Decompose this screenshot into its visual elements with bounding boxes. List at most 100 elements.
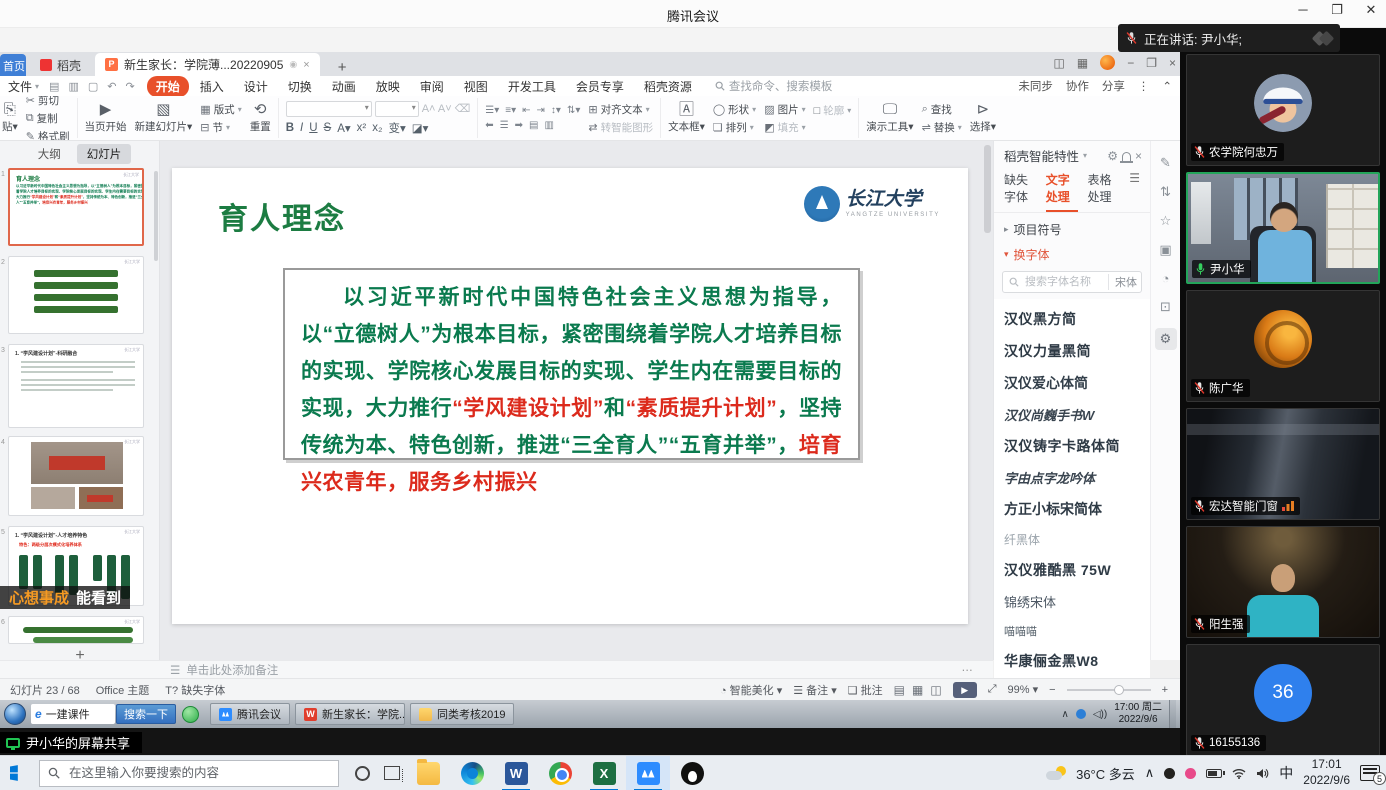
superscript-button[interactable]: x² bbox=[357, 122, 367, 134]
zoom-slider[interactable] bbox=[1067, 689, 1151, 691]
font-search-box[interactable]: 宋体 bbox=[1002, 271, 1142, 293]
restore-icon[interactable]: ❐ bbox=[1328, 2, 1346, 18]
docer-tab-2[interactable]: 表格处理 bbox=[1088, 171, 1120, 212]
taskbar-excel[interactable]: X bbox=[582, 756, 626, 790]
browser-360-icon[interactable] bbox=[182, 706, 199, 723]
sync-status[interactable]: 未同步 bbox=[1018, 78, 1053, 94]
clock[interactable]: 17:01 2022/9/6 bbox=[1303, 757, 1350, 788]
adjust-tool-icon[interactable]: ⇅ bbox=[1160, 184, 1171, 200]
font-item[interactable]: 方正小标宋简体 bbox=[994, 493, 1150, 525]
slide-thumbnail-2[interactable]: 长江大学 bbox=[8, 256, 144, 334]
cortana-icon[interactable] bbox=[355, 766, 370, 781]
favorites-icon[interactable]: ☆ bbox=[1160, 213, 1172, 229]
slide-thumbnail-6[interactable]: 长江大学 bbox=[8, 616, 144, 644]
wps-close-icon[interactable]: × bbox=[1169, 56, 1176, 70]
font-item[interactable]: 汉仪黑方简 bbox=[994, 303, 1150, 335]
remote-search-button[interactable]: 搜索一下 bbox=[116, 704, 176, 724]
outdent-icon[interactable]: ⇤ bbox=[522, 105, 530, 116]
paste-button[interactable]: ⎘贴▾ bbox=[2, 102, 18, 134]
taskbar-file-explorer[interactable] bbox=[406, 756, 450, 790]
share-button[interactable]: 分享 bbox=[1102, 78, 1125, 94]
ribbon-tab-2[interactable]: 设计 bbox=[235, 76, 277, 97]
font-item[interactable]: 锦绣宋体 bbox=[994, 586, 1150, 617]
slideshow-play-button[interactable]: ▶ bbox=[953, 682, 977, 698]
remote-taskbar-button-1[interactable]: W新生家长：学院... bbox=[295, 703, 405, 725]
fit-slide-icon[interactable]: ⤢ bbox=[988, 683, 997, 696]
align-right-icon[interactable]: ➡ bbox=[515, 120, 523, 131]
close-icon[interactable]: ✕ bbox=[1362, 2, 1380, 18]
fill-button[interactable]: ◩填充▾ bbox=[764, 120, 805, 135]
font-item[interactable]: 喵喵喵 bbox=[994, 617, 1150, 645]
notes-toggle[interactable]: ☰ 备注 ▾ bbox=[793, 682, 837, 698]
reset-button[interactable]: ⟲重置 bbox=[250, 102, 271, 134]
ribbon-tab-9[interactable]: 会员专享 bbox=[567, 76, 633, 97]
thumbnail-scrollbar[interactable] bbox=[154, 171, 158, 261]
docer-tab-menu-icon[interactable]: ☰ bbox=[1129, 171, 1140, 212]
taskbar-meeting[interactable] bbox=[626, 756, 670, 790]
file-menu[interactable]: 文件▾ bbox=[8, 78, 39, 95]
strike-button[interactable]: S bbox=[324, 122, 332, 134]
ribbon-tab-10[interactable]: 稻壳资源 bbox=[635, 76, 701, 97]
redo-icon[interactable]: ↷ bbox=[125, 80, 134, 93]
collab-button[interactable]: 协作 bbox=[1066, 78, 1089, 94]
slides-tab[interactable]: 幻灯片 bbox=[77, 144, 132, 164]
underline-button[interactable]: U bbox=[309, 122, 317, 134]
taskbar-word[interactable]: W bbox=[494, 756, 538, 790]
account-avatar[interactable] bbox=[1100, 55, 1115, 70]
font-item[interactable]: 汉仪尚巍手书W bbox=[994, 399, 1150, 430]
panel-close-icon[interactable]: × bbox=[1135, 149, 1142, 163]
undo-icon[interactable]: ↶ bbox=[107, 80, 116, 93]
font-color-button[interactable]: A▾ bbox=[337, 121, 350, 135]
text-effect-button[interactable]: 变▾ bbox=[388, 120, 405, 136]
participant-tile[interactable]: 陈广华 bbox=[1186, 290, 1380, 402]
slide-text-box[interactable]: 以习近平新时代中国特色社会主义思想为指导，以“立德树人”为根本目标，紧密围绕着学… bbox=[283, 268, 860, 460]
font-item[interactable]: 汉仪铸字卡路体简 bbox=[994, 430, 1150, 462]
font-item[interactable]: 华康俪金黑W8 bbox=[994, 645, 1150, 677]
notification-icon[interactable]: 5 bbox=[1360, 765, 1380, 781]
preview-icon[interactable]: ▢ bbox=[88, 80, 98, 93]
wps-minimize-icon[interactable]: − bbox=[1127, 56, 1134, 70]
line-spacing-icon[interactable]: ↕▾ bbox=[551, 105, 561, 116]
battery-icon[interactable] bbox=[1206, 769, 1222, 778]
ribbon-tab-0[interactable]: 开始 bbox=[147, 76, 189, 97]
weather-text[interactable]: 36°C 多云 bbox=[1076, 764, 1135, 783]
layout-button[interactable]: ▦版式▾ bbox=[200, 102, 241, 117]
tray-expand-icon[interactable]: ∧ bbox=[1062, 709, 1069, 720]
font-item[interactable]: 字由点字龙吟体 bbox=[994, 462, 1150, 493]
volume-icon[interactable] bbox=[1256, 768, 1269, 779]
slide-thumbnail-3[interactable]: 长江大学 1. “学风建设计划”-科研融合 bbox=[8, 344, 144, 428]
reading-view-icon[interactable]: ◫ bbox=[930, 683, 941, 697]
wifi-icon[interactable] bbox=[1232, 768, 1246, 779]
find-button[interactable]: ⌕查找 bbox=[922, 102, 962, 117]
participant-tile[interactable]: 尹小华 bbox=[1186, 172, 1380, 284]
tray-volume-icon[interactable]: ◁)) bbox=[1093, 709, 1107, 720]
pin-icon[interactable]: ◉ bbox=[289, 59, 297, 70]
slide-thumbnail-1[interactable]: 长江大学 育人理念 以习近平新时代中国特色社会主义思想为指导，以“立德树人”为根… bbox=[8, 168, 144, 246]
taskbar-search-input[interactable] bbox=[67, 765, 330, 781]
layout-tool-icon[interactable]: ▣ bbox=[1159, 242, 1171, 258]
normal-view-icon[interactable]: ▤ bbox=[894, 683, 905, 697]
settings-gear-icon[interactable]: ⚙ bbox=[1155, 328, 1177, 350]
comments-toggle[interactable]: ❑ 批注 bbox=[848, 682, 883, 698]
share-tool-icon[interactable]: ✎ bbox=[1160, 155, 1171, 171]
taskbar-edge[interactable] bbox=[450, 756, 494, 790]
participant-tile[interactable]: 3616155136 bbox=[1186, 644, 1380, 756]
capture-icon[interactable]: ⊡ bbox=[1160, 299, 1171, 315]
new-slide-button[interactable]: ▧新建幻灯片▾ bbox=[135, 102, 193, 134]
bullet-list-icon[interactable]: ☰▾ bbox=[485, 105, 499, 116]
tab-docer[interactable]: 稻壳 bbox=[26, 54, 95, 76]
missing-font-status[interactable]: Т? 缺失字体 bbox=[165, 682, 225, 698]
more-options-icon[interactable]: ⋯ bbox=[962, 663, 974, 677]
outline-tab[interactable]: 大纲 bbox=[28, 144, 71, 164]
align-text-button[interactable]: ⊞对齐文本▾ bbox=[588, 102, 653, 117]
task-view-icon[interactable] bbox=[384, 766, 400, 780]
number-list-icon[interactable]: ≡▾ bbox=[505, 105, 516, 116]
font-search-input[interactable] bbox=[1023, 275, 1104, 289]
close-tab-icon[interactable]: × bbox=[303, 59, 309, 71]
slide-thumbnail-4[interactable]: 长江大学 bbox=[8, 436, 144, 516]
textbox-button[interactable]: 🄰文本框▾ bbox=[668, 102, 705, 134]
ribbon-tab-6[interactable]: 审阅 bbox=[411, 76, 453, 97]
theme-name[interactable]: Office 主题 bbox=[96, 682, 150, 698]
zoom-in-button[interactable]: + bbox=[1162, 684, 1168, 696]
ribbon-tab-4[interactable]: 动画 bbox=[323, 76, 365, 97]
